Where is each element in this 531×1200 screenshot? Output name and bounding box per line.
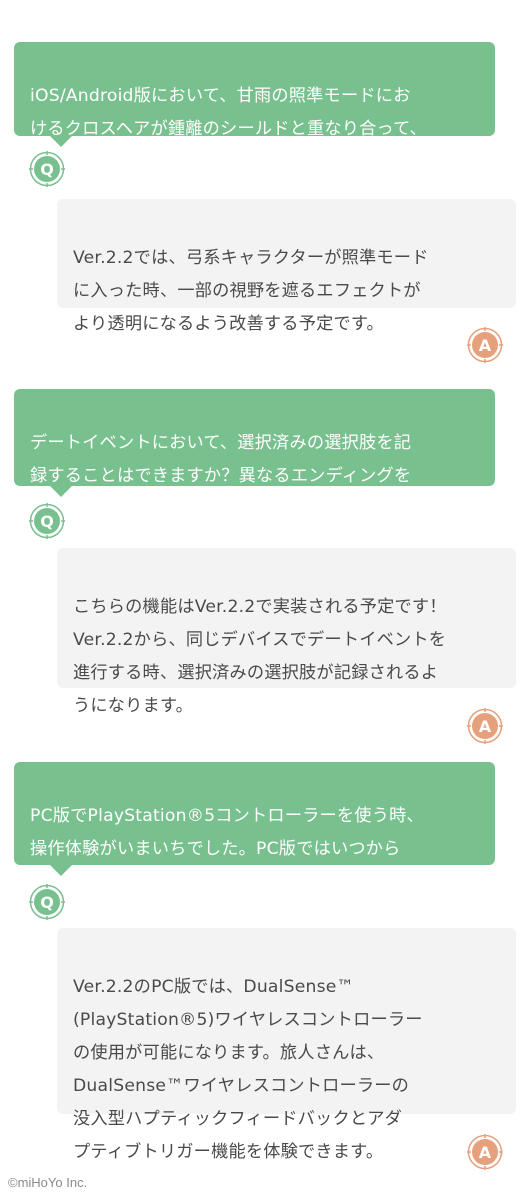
q-badge-icon-3: Q	[29, 884, 65, 920]
a-badge-icon-1: A	[467, 327, 503, 363]
answer-bubble-2: こちらの機能はVer.2.2で実装される予定です！ Ver.2.2から、同じデバイ…	[57, 548, 516, 716]
q-badge-label-3: Q	[40, 892, 54, 912]
answer-bubble-1: Ver.2.2では、弓系キャラクターが照準モード に入った時、一部の視野を遮るエフ…	[57, 199, 516, 334]
question-text-2: デートイベントにおいて、選択済みの選択肢を記 録することはできますか？異なるエンデ…	[30, 433, 412, 519]
a-badge-label-2: A	[478, 716, 492, 736]
a-badge-label-3: A	[478, 1142, 492, 1162]
answer-text-3: Ver.2.2のPC版では、DualSense™ (PlayStation®5)ワ…	[73, 977, 423, 1162]
q-badge-label-1: Q	[40, 159, 54, 179]
copyright-text: ©miHoYo Inc.	[8, 1175, 88, 1190]
question-text-1: iOS/Android版において、甘雨の照準モードにお けるクロスヘアが鍾離のシー…	[30, 86, 427, 172]
answer-bubble-3: Ver.2.2のPC版では、DualSense™ (PlayStation®5)ワ…	[57, 928, 516, 1162]
answer-text-1: Ver.2.2では、弓系キャラクターが照準モード に入った時、一部の視野を遮るエフ…	[73, 248, 429, 334]
question-bubble-1: iOS/Android版において、甘雨の照準モードにお けるクロスヘアが鍾離のシー…	[14, 42, 495, 172]
question-bubble-2: デートイベントにおいて、選択済みの選択肢を記 録することはできますか？異なるエンデ…	[14, 389, 495, 519]
question-text-3: PC版でPlayStation®5コントローラーを使う時、 操作体験がいまいちでし…	[30, 806, 424, 892]
a-badge-icon-2: A	[467, 708, 503, 744]
answer-text-2: こちらの機能はVer.2.2で実装される予定です！ Ver.2.2から、同じデバイ…	[73, 597, 447, 716]
question-bubble-3: PC版でPlayStation®5コントローラーを使う時、 操作体験がいまいちでし…	[14, 762, 495, 892]
q-badge-icon-1: Q	[29, 151, 65, 187]
a-badge-icon-3: A	[467, 1134, 503, 1170]
q-badge-icon-2: Q	[29, 503, 65, 539]
a-badge-label-1: A	[478, 335, 492, 355]
q-badge-label-2: Q	[40, 511, 54, 531]
